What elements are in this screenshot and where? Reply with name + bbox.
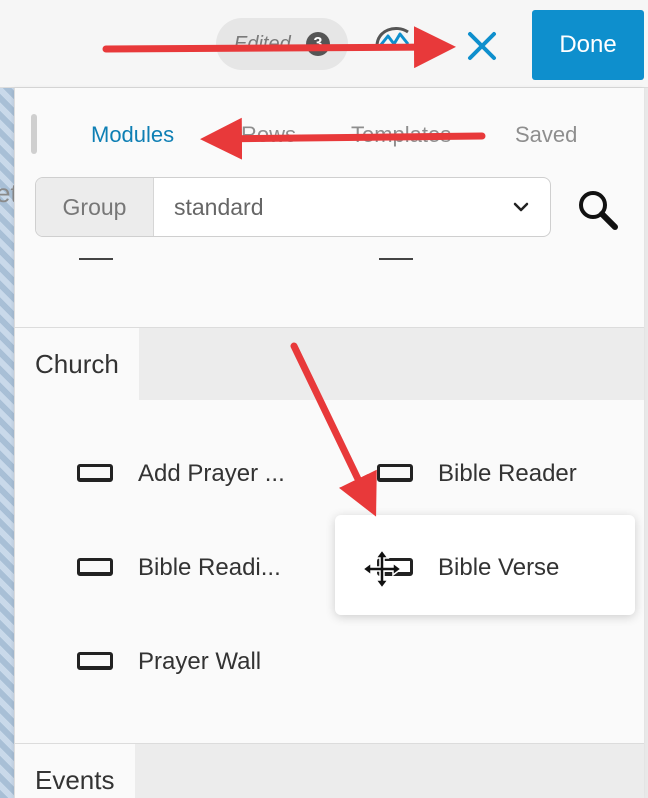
top-toolbar: Edited 3 Done: [0, 0, 648, 88]
edited-label: Edited: [234, 33, 291, 55]
group-value: standard: [174, 194, 264, 220]
edited-count-badge: 3: [306, 32, 330, 56]
section-title: Events: [15, 744, 135, 798]
edited-indicator[interactable]: Edited 3: [216, 18, 348, 70]
tab-templates[interactable]: Templates: [351, 122, 451, 148]
scrolled-module-fragment: [79, 258, 113, 262]
module-icon: [77, 558, 113, 576]
group-label: Group: [36, 178, 154, 236]
module-bible-reading[interactable]: Bible Readi...: [77, 550, 297, 590]
module-label: Add Prayer ...: [138, 460, 285, 487]
module-label: Bible Readi...: [138, 554, 281, 581]
module-label: Bible Reader: [438, 460, 577, 487]
section-title: Church: [15, 328, 139, 400]
section-header-church[interactable]: Church: [15, 328, 644, 400]
module-icon: [377, 464, 413, 482]
search-icon[interactable]: [575, 188, 621, 232]
module-bible-verse[interactable]: Bible Verse: [377, 550, 617, 590]
tab-saved[interactable]: Saved: [515, 122, 577, 148]
tab-modules[interactable]: Modules: [91, 122, 174, 148]
panel-drag-handle[interactable]: [31, 114, 37, 154]
logo-icon[interactable]: [374, 22, 416, 58]
move-cursor-icon: [361, 548, 403, 590]
section-header-events[interactable]: Events: [15, 744, 644, 798]
module-icon: [77, 464, 113, 482]
done-button[interactable]: Done: [532, 10, 644, 80]
module-label: Bible Verse: [438, 554, 560, 581]
module-bible-reader[interactable]: Bible Reader: [377, 456, 617, 496]
content-panel: Modules Rows Templates Saved Group stand…: [14, 88, 644, 798]
module-add-prayer[interactable]: Add Prayer ...: [77, 456, 297, 496]
chevron-down-icon: [513, 202, 529, 212]
module-prayer-wall[interactable]: Prayer Wall: [77, 644, 317, 684]
group-select[interactable]: Group standard: [35, 177, 551, 237]
tab-rows[interactable]: Rows: [241, 122, 296, 148]
scrolled-module-fragment: [379, 258, 413, 262]
module-icon: [77, 652, 113, 670]
close-icon[interactable]: [462, 26, 502, 66]
module-label: Prayer Wall: [138, 648, 262, 675]
